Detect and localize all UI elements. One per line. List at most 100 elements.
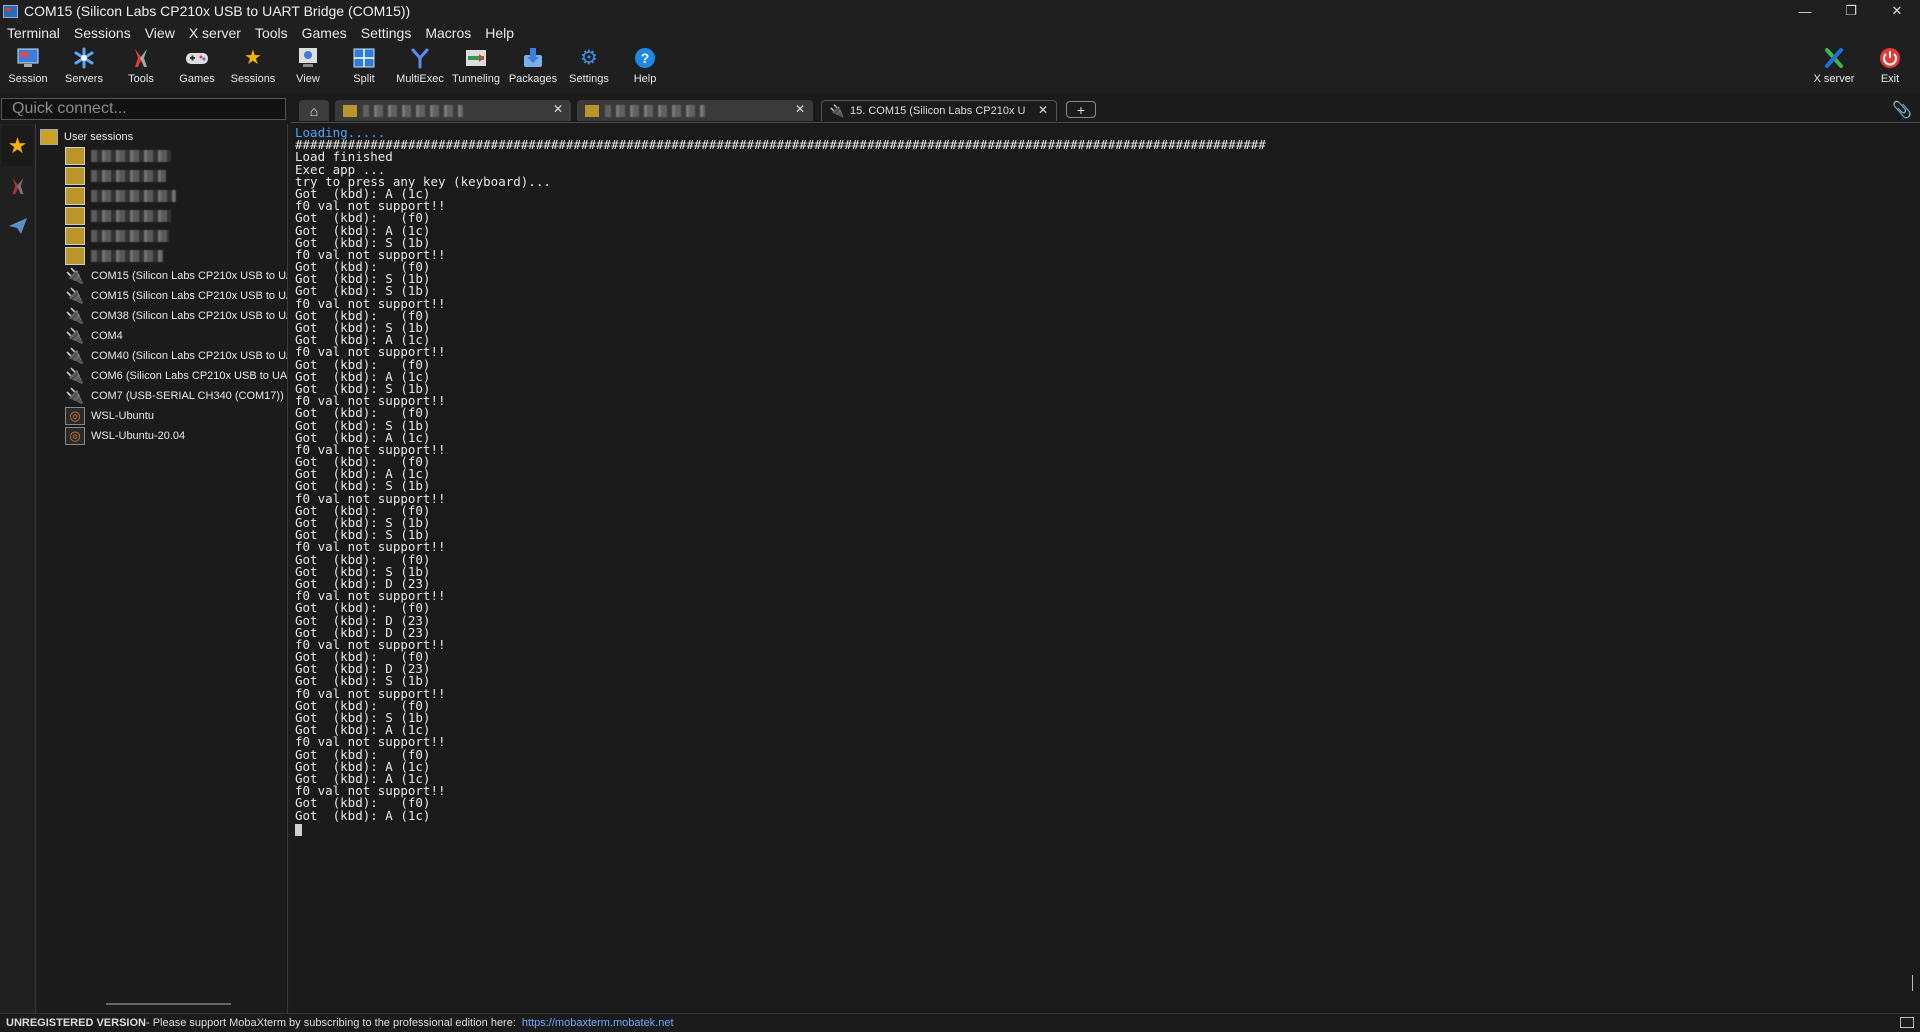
redacted-label	[91, 250, 163, 262]
session-item-redacted[interactable]	[64, 246, 163, 266]
session-item-redacted[interactable]	[64, 146, 171, 166]
servers-label: Servers	[65, 73, 103, 85]
session-item-redacted[interactable]	[64, 206, 171, 226]
tunneling-icon	[464, 46, 488, 70]
serial-plug-icon: 🔌	[65, 348, 85, 365]
terminal-scrollbar[interactable]	[1912, 975, 1913, 991]
menu-games[interactable]: Games	[295, 25, 354, 41]
menu-sessions[interactable]: Sessions	[67, 25, 138, 41]
terminal-line: f0 val not support!!	[295, 685, 446, 701]
quick-connect-input[interactable]	[1, 98, 286, 120]
tab-close-icon[interactable]: ✕	[553, 102, 563, 116]
tab-redacted-2[interactable]: ✕	[577, 100, 813, 121]
split-button[interactable]: Split	[336, 43, 392, 93]
window-title: COM15 (Silicon Labs CP210x USB to UART B…	[24, 3, 411, 19]
terminal-line: f0 val not support!!	[295, 588, 446, 604]
tunneling-button[interactable]: Tunneling	[448, 43, 504, 93]
terminal-line: Got (kbd): (f0)	[295, 405, 431, 421]
tab-com15[interactable]: 🔌 15. COM15 (Silicon Labs CP210x U ✕	[821, 100, 1057, 121]
session-button[interactable]: Session	[0, 43, 56, 93]
redacted-label	[91, 210, 171, 222]
menu-terminal[interactable]: Terminal	[0, 25, 67, 41]
home-tab[interactable]: ⌂	[299, 100, 329, 121]
terminal-line: Got (kbd): S (1b)	[295, 320, 431, 335]
session-item[interactable]: 🔌 COM15 (Silicon Labs CP210x USB to UAI	[64, 266, 287, 286]
ssh-tab-icon	[585, 104, 599, 117]
paperclip-icon[interactable]: 📎	[1892, 100, 1912, 120]
minimize-button[interactable]: —	[1782, 0, 1828, 22]
ssh-session-icon	[64, 166, 86, 186]
multiexec-label: MultiExec	[396, 73, 444, 85]
status-window-icon[interactable]	[1900, 1017, 1914, 1028]
ssh-session-icon	[64, 246, 86, 266]
serial-plug-icon: 🔌	[65, 388, 85, 405]
serial-plug-icon: 🔌	[65, 268, 85, 285]
terminal-line: f0 val not support!!	[295, 783, 446, 799]
session-item-redacted[interactable]	[64, 166, 166, 186]
menu-bar: Terminal Sessions View X server Tools Ga…	[0, 22, 1920, 43]
title-bar: COM15 (Silicon Labs CP210x USB to UART B…	[0, 0, 1920, 22]
menu-view[interactable]: View	[138, 25, 182, 41]
servers-button[interactable]: Servers	[56, 43, 112, 93]
menu-macros[interactable]: Macros	[418, 25, 478, 41]
terminal-line: Got (kbd): (f0)	[295, 454, 431, 470]
new-tab-button[interactable]: +	[1066, 101, 1096, 118]
terminal-line: f0 val not support!!	[295, 393, 446, 409]
session-label: WSL-Ubuntu-20.04	[91, 430, 186, 442]
menu-x-server[interactable]: X server	[182, 25, 248, 41]
view-button[interactable]: View	[280, 43, 336, 93]
packages-button[interactable]: Packages	[505, 43, 561, 93]
menu-settings[interactable]: Settings	[354, 25, 419, 41]
session-item-redacted[interactable]	[64, 186, 176, 206]
session-item[interactable]: 🔌 COM40 (Silicon Labs CP210x USB to UAI	[64, 346, 287, 366]
svg-text:?: ?	[641, 50, 650, 66]
view-label: View	[296, 73, 320, 85]
tab-label: 15. COM15 (Silicon Labs CP210x U	[850, 105, 1026, 117]
exit-button[interactable]: Exit	[1862, 43, 1918, 93]
tab-close-icon[interactable]: ✕	[795, 102, 805, 116]
terminal-cursor	[295, 823, 302, 836]
restore-button[interactable]: ❐	[1828, 0, 1874, 22]
session-item-redacted[interactable]	[64, 226, 169, 246]
terminal-line: f0 val not support!!	[295, 295, 446, 311]
session-item[interactable]: 🔌 COM7 (USB-SERIAL CH340 (COM17))	[64, 386, 284, 406]
terminal-output[interactable]: Loading..... ############################…	[291, 122, 1920, 1013]
close-button[interactable]: ✕	[1874, 0, 1920, 22]
tools-tab[interactable]	[2, 166, 33, 206]
menu-help[interactable]: Help	[478, 25, 521, 41]
session-item[interactable]: 🔌 COM4	[64, 326, 123, 346]
sessions-tab[interactable]: ★	[2, 126, 33, 166]
mobatek-link[interactable]: https://mobaxterm.mobatek.net	[522, 1017, 674, 1029]
session-item[interactable]: 🔌 COM15 (Silicon Labs CP210x USB to UAI	[64, 286, 287, 306]
split-icon	[352, 46, 376, 70]
x-server-button[interactable]: X server	[1806, 43, 1862, 93]
send-tab[interactable]	[2, 206, 33, 246]
settings-button[interactable]: ⚙ Settings	[561, 43, 617, 93]
session-label: WSL-Ubuntu	[91, 410, 154, 422]
packages-icon	[521, 46, 545, 70]
terminal-line: Got (kbd): (f0)	[295, 502, 431, 518]
home-icon: ⌂	[309, 102, 319, 119]
games-button[interactable]: Games	[169, 43, 225, 93]
serial-plug-icon: 🔌	[65, 288, 85, 305]
session-item[interactable]: ◎ WSL-Ubuntu-20.04	[64, 426, 185, 446]
tools-button[interactable]: Tools	[113, 43, 169, 93]
help-button[interactable]: ? Help	[617, 43, 673, 93]
tab-close-icon[interactable]: ✕	[1038, 103, 1048, 117]
multiexec-button[interactable]: MultiExec	[392, 43, 448, 93]
games-label: Games	[179, 73, 215, 85]
terminal-line: f0 val not support!!	[295, 734, 446, 750]
terminal-line: Got (kbd): (f0)	[295, 697, 431, 713]
session-item[interactable]: 🔌 COM6 (Silicon Labs CP210x USB to UAR	[64, 366, 287, 386]
horizontal-scrollbar[interactable]	[106, 1003, 231, 1005]
terminal-line: Got (kbd): S (1b)	[295, 563, 431, 579]
tab-redacted-1[interactable]: ✕	[335, 100, 571, 121]
terminal-cursor-line	[295, 822, 1266, 836]
session-item[interactable]: ◎ WSL-Ubuntu	[64, 406, 154, 426]
user-sessions-folder[interactable]: User sessions	[40, 129, 133, 145]
terminal-line: Got (kbd): (f0)	[295, 356, 431, 372]
window-controls: — ❐ ✕	[1782, 0, 1920, 22]
session-item[interactable]: 🔌 COM38 (Silicon Labs CP210x USB to UAI	[64, 306, 287, 326]
sessions-button[interactable]: ★ Sessions	[225, 43, 281, 93]
menu-tools[interactable]: Tools	[248, 25, 295, 41]
